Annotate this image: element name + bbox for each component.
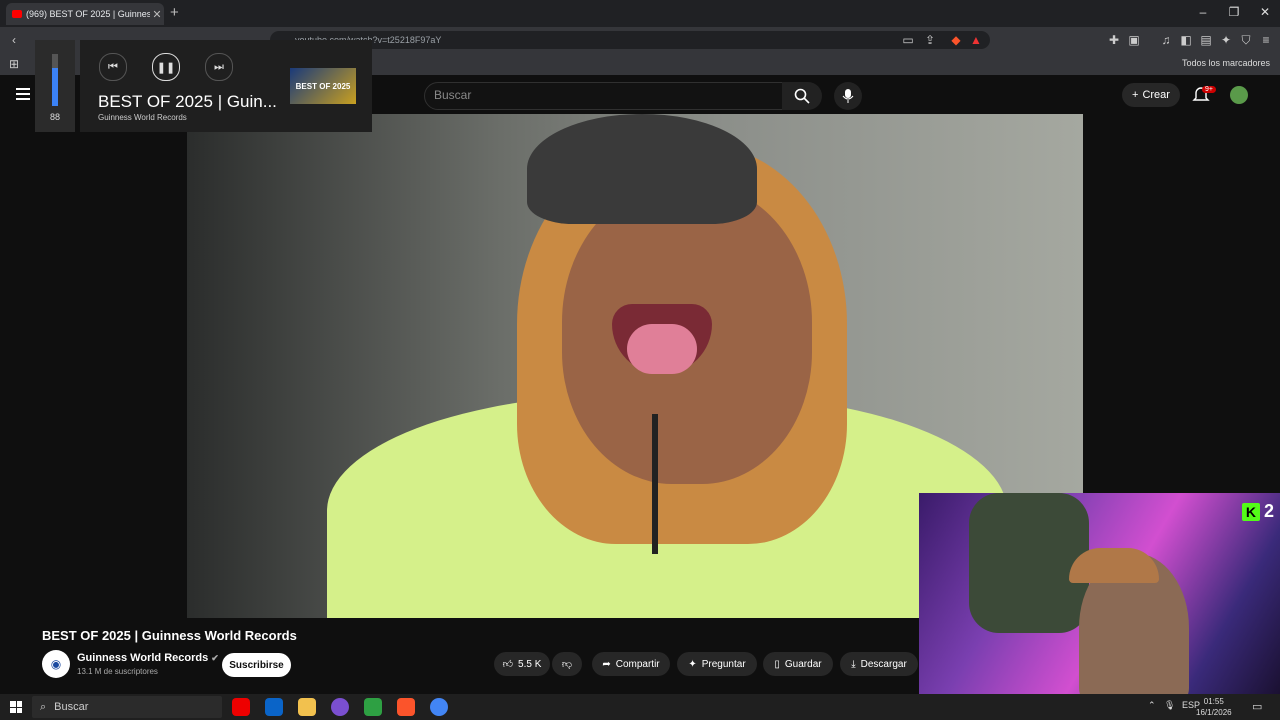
- screenshot-icon[interactable]: ▣: [1126, 33, 1142, 47]
- save-label: Guardar: [784, 658, 822, 670]
- microphone-tray-icon[interactable]: 🎙︎: [1164, 700, 1175, 711]
- webcam-camo-jacket: [969, 493, 1089, 633]
- tab-title: (969) BEST OF 2025 | Guinness: [26, 9, 150, 19]
- taskbar-search-label: Buscar: [54, 701, 89, 713]
- video-frame-hat: [527, 114, 757, 224]
- taskbar-search[interactable]: ⌕ Buscar: [32, 696, 222, 718]
- media-thumbnail: BEST OF 2025: [290, 68, 356, 104]
- brave-browser-icon[interactable]: [397, 698, 415, 716]
- webcam-overlay: K 2: [919, 493, 1280, 696]
- media-icon[interactable]: ♫: [1158, 33, 1174, 47]
- brave-shield-icon[interactable]: ◆: [948, 33, 964, 47]
- media-title: BEST OF 2025 | Guin...: [98, 92, 277, 111]
- sparkle-icon: ✦: [688, 658, 697, 670]
- thumbs-up-icon: 👍︎: [502, 659, 514, 670]
- store-app-icon[interactable]: [265, 698, 283, 716]
- share-icon[interactable]: ⇪: [922, 33, 938, 47]
- youtube-favicon-icon: [12, 10, 22, 18]
- windows-start-icon[interactable]: [10, 701, 22, 713]
- pause-button[interactable]: ❚❚: [152, 53, 180, 81]
- like-count: 5.5 K: [518, 658, 542, 670]
- account-avatar[interactable]: [1230, 86, 1248, 104]
- system-clock[interactable]: 01:55 16/1/2026: [1196, 696, 1232, 718]
- previous-track-button[interactable]: ⏮: [99, 53, 127, 81]
- youtube-app-icon[interactable]: [232, 698, 250, 716]
- share-button[interactable]: ➦ Compartir: [592, 652, 670, 676]
- ask-label: Preguntar: [701, 658, 746, 670]
- share-label: Compartir: [615, 658, 660, 670]
- wallet-icon[interactable]: ▤: [1198, 33, 1214, 47]
- download-icon: ⤓: [851, 658, 856, 670]
- subscriber-count: 13.1 M de suscriptores: [77, 667, 158, 676]
- webcam-cap: [1069, 548, 1159, 583]
- microphone-icon: [842, 89, 854, 103]
- share-arrow-icon: ➦: [602, 658, 611, 670]
- ask-button[interactable]: ✦ Preguntar: [677, 652, 757, 676]
- minimize-button[interactable]: –: [1188, 5, 1218, 19]
- create-button[interactable]: + Crear: [1122, 83, 1180, 107]
- search-icon: [794, 88, 810, 104]
- search-placeholder: Buscar: [434, 88, 472, 102]
- menu-icon[interactable]: ≡: [1258, 33, 1274, 47]
- download-label: Descargar: [860, 658, 907, 670]
- notification-center-icon[interactable]: ▭: [1252, 700, 1262, 713]
- cast-icon[interactable]: ▭: [900, 33, 916, 47]
- kick-viewer-count: K 2: [1241, 501, 1274, 522]
- apps-grid-icon[interactable]: ⊞: [6, 57, 22, 71]
- extensions-icon[interactable]: ✚: [1106, 33, 1122, 47]
- file-explorer-icon[interactable]: [298, 698, 316, 716]
- sidebar-icon[interactable]: ◧: [1178, 33, 1194, 47]
- voice-search-button[interactable]: [834, 82, 862, 110]
- search-icon: ⌕: [40, 700, 47, 713]
- browser-tab[interactable]: (969) BEST OF 2025 | Guinness ✕: [6, 3, 164, 25]
- plus-icon: +: [1132, 89, 1139, 101]
- dislike-button[interactable]: 👎︎: [552, 652, 582, 676]
- chrome-browser-icon[interactable]: [430, 698, 448, 716]
- search-input[interactable]: [424, 82, 784, 110]
- thumbs-down-icon: 👎︎: [561, 659, 573, 670]
- maximize-button[interactable]: ❐: [1219, 5, 1249, 19]
- next-track-button[interactable]: ⏭: [205, 53, 233, 81]
- verified-icon: ✔: [211, 653, 219, 663]
- bookmark-icon: ▯: [774, 658, 780, 670]
- viewer-count: 2: [1263, 501, 1274, 521]
- previous-icon: ⏮: [108, 60, 118, 73]
- all-bookmarks-link[interactable]: Todos los marcadores: [1182, 58, 1270, 68]
- media-channel: Guinness World Records: [98, 113, 187, 122]
- save-button[interactable]: ▯ Guardar: [763, 652, 833, 676]
- kick-logo-icon: K: [1241, 502, 1260, 521]
- close-window-button[interactable]: ✕: [1250, 5, 1280, 19]
- create-label: Crear: [1142, 89, 1170, 101]
- volume-value: 88: [49, 112, 60, 122]
- download-button[interactable]: ⤓ Descargar: [840, 652, 918, 676]
- back-icon[interactable]: ‹: [6, 33, 22, 47]
- video-title: BEST OF 2025 | Guinness World Records: [42, 628, 297, 643]
- channel-name[interactable]: Guinness World Records ✔: [77, 652, 219, 664]
- brave-rewards-icon[interactable]: ▲: [968, 33, 984, 47]
- subscribe-button[interactable]: Suscribirse: [222, 653, 291, 677]
- channel-avatar[interactable]: ◉: [42, 650, 70, 678]
- guide-menu-icon[interactable]: [16, 88, 30, 103]
- leo-ai-icon[interactable]: ✦: [1218, 33, 1234, 47]
- search-button[interactable]: [782, 82, 822, 110]
- clock-time: 01:55: [1203, 697, 1224, 706]
- new-tab-button[interactable]: +: [170, 4, 179, 21]
- close-tab-icon[interactable]: ✕: [150, 8, 164, 21]
- channel-name-text[interactable]: Guinness World Records: [77, 652, 208, 664]
- browser-tab-bar: [0, 0, 1280, 27]
- video-frame-zipper: [652, 414, 658, 554]
- app-icon-green[interactable]: [364, 698, 382, 716]
- app-icon-purple[interactable]: [331, 698, 349, 716]
- video-frame-tongue: [627, 324, 697, 374]
- next-icon: ⏭: [214, 60, 224, 73]
- vpn-icon[interactable]: ⛉: [1238, 33, 1254, 48]
- volume-level[interactable]: [52, 68, 58, 106]
- like-button[interactable]: 👍︎ 5.5 K: [494, 652, 550, 676]
- clock-date: 16/1/2026: [1196, 708, 1232, 717]
- notification-badge: 9+: [1202, 86, 1216, 93]
- pause-icon: ❚❚: [156, 61, 176, 74]
- tray-chevron-icon[interactable]: ⌃: [1148, 700, 1156, 711]
